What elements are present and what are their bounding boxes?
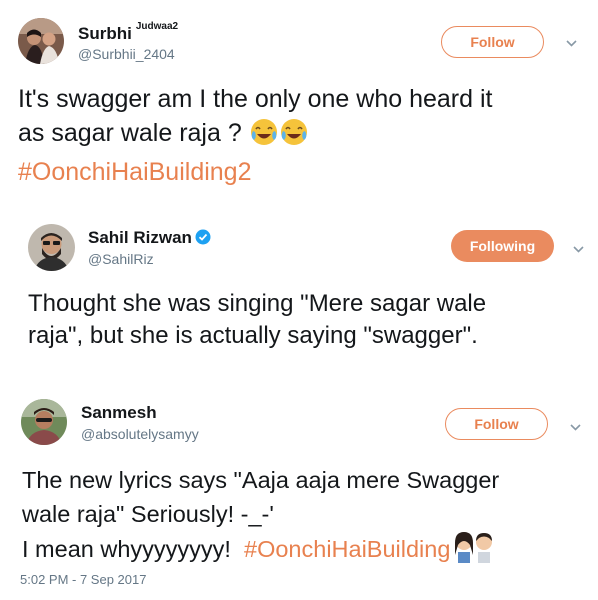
tweet-text-segment: I mean whyyyyyyyy! <box>22 536 231 562</box>
chevron-down-icon[interactable] <box>566 36 577 50</box>
tweet-text: Thought she was singing "Mere sagar wale… <box>28 288 486 352</box>
tweet-text-line: I mean whyyyyyyyy! #OonchiHaiBuilding <box>22 531 499 572</box>
tweet-2: Sahil Rizwan @SahilRiz Following Thought… <box>0 195 598 380</box>
chevron-down-icon[interactable] <box>570 420 581 434</box>
handle[interactable]: @absolutelysamyy <box>81 426 199 442</box>
tweet-1: Surbhi Judwaa2 @Surbhii_2404 Follow It's … <box>0 0 598 195</box>
hashtag-link[interactable]: #OonchiHaiBuilding2 <box>18 155 492 189</box>
face-with-tears-of-joy-icon <box>279 118 309 155</box>
tweet-text-segment: as sagar wale raja ? <box>18 119 242 147</box>
display-name[interactable]: Surbhi Judwaa2 <box>78 21 179 44</box>
tweet-text: The new lyrics says "Aaja aaja mere Swag… <box>22 463 499 572</box>
tweet-3: Sanmesh @absolutelysamyy Follow The new … <box>0 380 598 600</box>
handle[interactable]: @SahilRiz <box>88 251 154 267</box>
tweet-text-line: raja", but she is actually saying "swagg… <box>28 322 478 349</box>
avatar[interactable] <box>28 224 75 271</box>
display-name-text[interactable]: Surbhi <box>78 24 132 43</box>
verified-badge-icon <box>195 229 211 250</box>
display-name[interactable]: Sahil Rizwan <box>88 228 211 250</box>
tweet-text-line: Thought she was singing "Mere sagar wale <box>28 290 487 317</box>
hashtag-link[interactable]: #OonchiHaiBuilding <box>244 536 450 562</box>
handle[interactable]: @Surbhii_2404 <box>78 46 175 62</box>
display-name[interactable]: Sanmesh <box>81 403 157 423</box>
following-button[interactable]: Following <box>451 230 554 262</box>
follow-button[interactable]: Follow <box>445 408 548 440</box>
name-suffix: Judwaa2 <box>135 21 179 33</box>
face-with-tears-of-joy-icon <box>249 118 279 155</box>
tweet-text-line: wale raja" Seriously! -_-' <box>22 501 274 527</box>
tweet-text: It's swagger am I the only one who heard… <box>18 82 492 189</box>
timestamp[interactable]: 5:02 PM - 7 Sep 2017 <box>20 572 146 587</box>
follow-button[interactable]: Follow <box>441 26 544 58</box>
tweet-text-line: It's swagger am I the only one who heard… <box>18 85 493 113</box>
couple-emoji-icon <box>450 531 498 572</box>
chevron-down-icon[interactable] <box>573 242 584 256</box>
avatar[interactable] <box>18 18 64 64</box>
display-name-text[interactable]: Sahil Rizwan <box>88 228 192 247</box>
avatar[interactable] <box>21 399 67 445</box>
tweet-text-line: as sagar wale raja ? <box>18 116 492 155</box>
tweet-text-line: The new lyrics says "Aaja aaja mere Swag… <box>22 467 500 493</box>
